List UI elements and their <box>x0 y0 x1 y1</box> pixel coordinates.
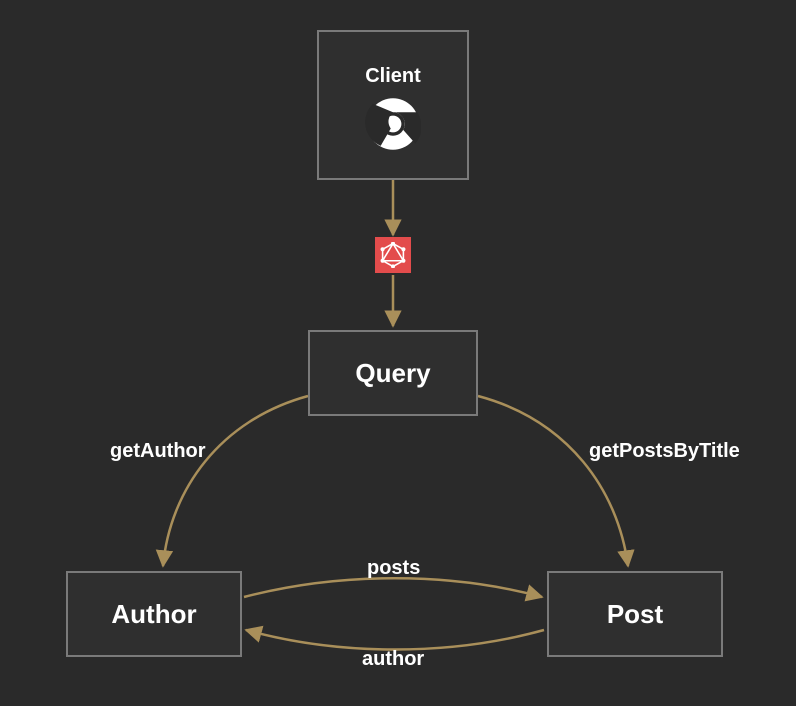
node-author: Author <box>66 571 242 657</box>
node-client-label: Client <box>365 65 421 88</box>
edge-label-get-posts-by-title: getPostsByTitle <box>589 440 740 463</box>
node-query-label: Query <box>355 358 430 389</box>
diagram-stage: Client <box>0 0 796 706</box>
edge-post-to-author <box>246 630 544 650</box>
edge-query-to-post <box>478 396 628 566</box>
edge-label-posts: posts <box>367 557 420 580</box>
graphql-icon <box>375 237 411 273</box>
edge-label-author: author <box>362 648 424 671</box>
chrome-icon <box>365 96 421 152</box>
node-query: Query <box>308 330 478 416</box>
node-post: Post <box>547 571 723 657</box>
node-post-label: Post <box>607 599 663 630</box>
node-client: Client <box>317 30 469 180</box>
edge-author-to-post <box>244 578 542 597</box>
node-author-label: Author <box>111 599 196 630</box>
edge-label-get-author: getAuthor <box>110 440 206 463</box>
edge-query-to-author <box>163 396 308 566</box>
